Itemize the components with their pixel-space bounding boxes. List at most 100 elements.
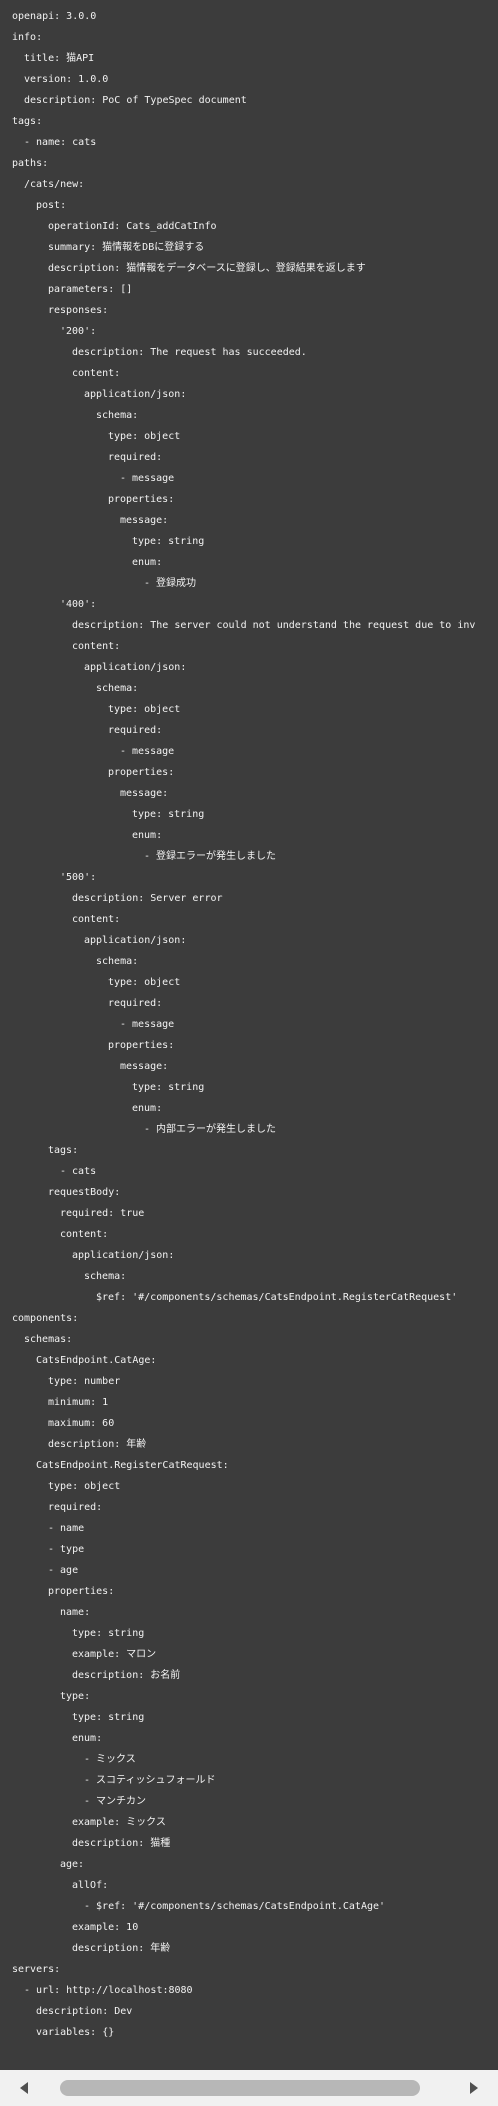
code-line: schema: <box>84 1271 127 1282</box>
code-line: summary: 猫情報をDBに登録する <box>48 242 205 253</box>
code-line: message: <box>120 515 169 526</box>
code-line: allOf: <box>72 1880 109 1891</box>
code-line: description: 年齢 <box>48 1439 147 1450</box>
code-line: CatsEndpoint.RegisterCatRequest: <box>36 1460 229 1471</box>
code-line: schema: <box>96 683 139 694</box>
yaml-code-block: openapi: 3.0.0 info: title: 猫API version: 1… <box>12 0 498 2060</box>
code-line: - name: cats <box>24 137 97 148</box>
code-line: tags: <box>12 116 43 127</box>
scrollbar-thumb[interactable] <box>60 2080 420 2096</box>
scroll-right-arrow-icon[interactable] <box>464 2078 484 2098</box>
code-line: - name <box>48 1523 85 1534</box>
code-line: properties: <box>108 767 175 778</box>
code-line: properties: <box>48 1586 115 1597</box>
code-line: name: <box>60 1607 91 1618</box>
code-line: required: <box>48 1502 103 1513</box>
code-line: - message <box>120 1019 175 1030</box>
code-line: example: 10 <box>72 1922 139 1933</box>
code-line: description: PoC of TypeSpec document <box>24 95 247 106</box>
code-line: message: <box>120 1061 169 1072</box>
code-line: CatsEndpoint.CatAge: <box>36 1355 157 1366</box>
code-line: application/json: <box>84 662 187 673</box>
code-line: application/json: <box>84 935 187 946</box>
code-line: - url: http://localhost:8080 <box>24 1985 193 1996</box>
code-line: requestBody: <box>48 1187 121 1198</box>
code-line: /cats/new: <box>24 179 85 190</box>
yaml-code-viewer[interactable]: openapi: 3.0.0 info: title: 猫API version: 1… <box>0 0 498 2060</box>
code-line: description: 猫種 <box>72 1838 171 1849</box>
code-line: tags: <box>48 1145 79 1156</box>
code-line: required: <box>108 998 163 1009</box>
code-line: schemas: <box>24 1334 73 1345</box>
code-line: operationId: Cats_addCatInfo <box>48 221 217 232</box>
code-line: type: string <box>72 1628 145 1639</box>
code-line: required: true <box>60 1208 145 1219</box>
code-line: info: <box>12 32 43 43</box>
code-line: content: <box>72 914 121 925</box>
code-line: - type <box>48 1544 85 1555</box>
code-line: description: The request has succeeded. <box>72 347 307 358</box>
code-line: enum: <box>132 1103 163 1114</box>
code-line: example: ミックス <box>72 1817 166 1828</box>
code-line: - message <box>120 746 175 757</box>
code-line: description: Dev <box>36 2006 133 2017</box>
code-line: schema: <box>96 410 139 421</box>
code-line: - cats <box>60 1166 97 1177</box>
code-line: description: お名前 <box>72 1670 181 1681</box>
code-line: type: object <box>108 704 181 715</box>
code-line: content: <box>60 1229 109 1240</box>
code-line: '200': <box>60 326 97 337</box>
code-line: type: object <box>108 977 181 988</box>
code-line: age: <box>60 1859 85 1870</box>
code-line: components: <box>12 1313 79 1324</box>
code-line: type: string <box>132 536 205 547</box>
code-line: application/json: <box>72 1250 175 1261</box>
scrollbar-track[interactable] <box>36 2080 462 2096</box>
code-line: - スコティッシュフォールド <box>84 1775 216 1786</box>
code-line: '500': <box>60 872 97 883</box>
code-line: properties: <box>108 494 175 505</box>
code-line: title: 猫API <box>24 53 95 64</box>
code-line: description: 年齢 <box>72 1943 171 1954</box>
code-line: enum: <box>132 830 163 841</box>
code-line: content: <box>72 368 121 379</box>
code-line: properties: <box>108 1040 175 1051</box>
code-line: description: Server error <box>72 893 223 904</box>
code-line: schema: <box>96 956 139 967</box>
code-line: parameters: [] <box>48 284 133 295</box>
code-line: application/json: <box>84 389 187 400</box>
code-line: maximum: 60 <box>48 1418 115 1429</box>
code-line: type: number <box>48 1376 121 1387</box>
code-line: type: object <box>108 431 181 442</box>
code-line: $ref: '#/components/schemas/CatsEndpoint… <box>96 1292 458 1303</box>
code-line: example: マロン <box>72 1649 157 1660</box>
code-line: - message <box>120 473 175 484</box>
code-line: enum: <box>132 557 163 568</box>
code-line: type: string <box>132 809 205 820</box>
code-line: description: The server could not unders… <box>72 620 476 631</box>
scroll-left-arrow-icon[interactable] <box>14 2078 34 2098</box>
code-line: - 登録エラーが発生しました <box>144 851 277 862</box>
code-line: - マンチカン <box>84 1796 147 1807</box>
code-line: description: 猫情報をデータベースに登録し、登録結果を返します <box>48 263 366 274</box>
code-line: responses: <box>48 305 109 316</box>
code-line: - 内部エラーが発生しました <box>144 1124 277 1135</box>
code-line: paths: <box>12 158 49 169</box>
code-line: required: <box>108 452 163 463</box>
code-line: type: object <box>48 1481 121 1492</box>
horizontal-scrollbar[interactable] <box>0 2070 498 2106</box>
code-line: message: <box>120 788 169 799</box>
code-line: type: string <box>132 1082 205 1093</box>
code-line: - age <box>48 1565 79 1576</box>
code-line: version: 1.0.0 <box>24 74 109 85</box>
code-line: content: <box>72 641 121 652</box>
code-line: - ミックス <box>84 1754 136 1765</box>
code-line: '400': <box>60 599 97 610</box>
code-line: type: string <box>72 1712 145 1723</box>
code-line: - $ref: '#/components/schemas/CatsEndpoi… <box>84 1901 386 1912</box>
code-line: type: <box>60 1691 91 1702</box>
code-line: enum: <box>72 1733 103 1744</box>
code-line: post: <box>36 200 67 211</box>
code-line: openapi: 3.0.0 <box>12 11 97 22</box>
code-line: - 登録成功 <box>144 578 197 589</box>
